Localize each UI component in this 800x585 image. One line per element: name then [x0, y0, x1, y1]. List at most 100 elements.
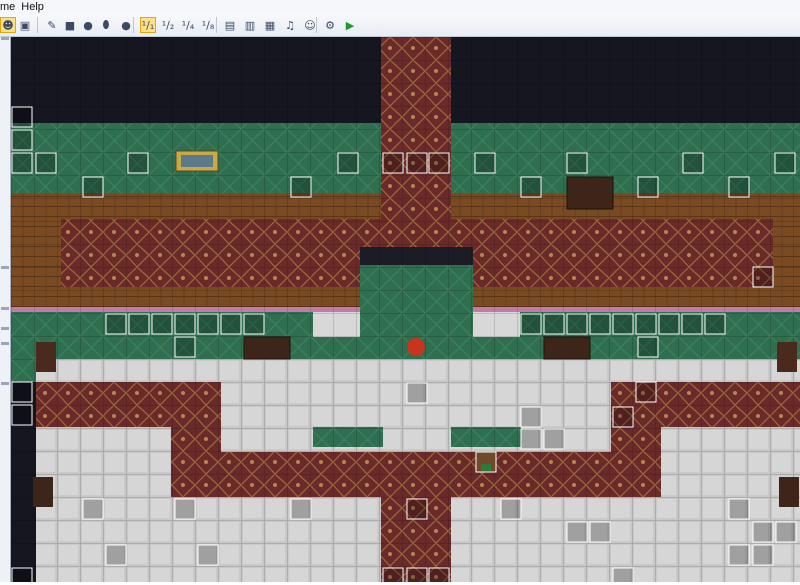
toolbar-separator [37, 17, 38, 33]
event-marker [243, 313, 265, 335]
plugin-manager-icon[interactable]: ▥ [242, 17, 258, 33]
painting-canvas [181, 155, 213, 167]
event-marker [752, 266, 774, 288]
event-marker [105, 544, 127, 566]
event-marker [520, 313, 542, 335]
shadow-pen-icon[interactable]: ● [118, 17, 134, 33]
event-marker [543, 313, 565, 335]
event-marker [406, 567, 428, 585]
event-marker [637, 176, 659, 198]
event-marker [612, 313, 634, 335]
event-marker [290, 498, 312, 520]
rectangle-icon[interactable]: ■ [62, 17, 78, 33]
ellipse-icon[interactable]: ● [80, 17, 96, 33]
event-marker [290, 176, 312, 198]
sound-test-icon[interactable]: ▦ [262, 17, 278, 33]
event-marker [11, 404, 33, 426]
panel-marker [1, 342, 9, 345]
toolbar-separator [133, 17, 134, 33]
event-marker [774, 152, 796, 174]
dresser [566, 176, 614, 210]
map-canvas[interactable] [11, 37, 800, 585]
event-marker [589, 521, 611, 543]
event-marker [11, 152, 33, 174]
event-marker [658, 313, 680, 335]
mode-icon[interactable]: ☻ [0, 17, 16, 33]
event-marker [520, 176, 542, 198]
player-shirt [481, 464, 491, 471]
menu-item-help[interactable]: Help [21, 0, 50, 14]
event-marker [382, 567, 404, 585]
zoom-1-4-icon[interactable]: ¹/₄ [180, 17, 196, 33]
zoom-1-2-icon[interactable]: ¹/₂ [160, 17, 176, 33]
event-marker [82, 498, 104, 520]
cabinet-east [779, 477, 799, 507]
zoom-1-1-icon[interactable]: ¹/₁ [140, 17, 156, 33]
table-left [243, 336, 291, 360]
event-marker [11, 106, 33, 128]
panel-marker [1, 307, 9, 310]
menu-bar: me Help [0, 0, 800, 14]
event-marker [637, 336, 659, 358]
event-marker [728, 176, 750, 198]
event-marker [406, 382, 428, 404]
options-icon[interactable]: ⚙ [322, 17, 338, 33]
zoom-1-8-icon[interactable]: ¹/₈ [200, 17, 216, 33]
event-marker [752, 544, 774, 566]
event-marker [635, 381, 657, 403]
chair-left [36, 342, 56, 372]
event-marker [105, 313, 127, 335]
chair-right [777, 342, 797, 372]
panel-marker [1, 327, 9, 330]
event-marker [220, 313, 242, 335]
event-marker [406, 498, 428, 520]
event-marker [612, 567, 634, 585]
event-marker [174, 498, 196, 520]
event-marker [682, 152, 704, 174]
panel-marker [1, 266, 9, 269]
event-marker [775, 521, 797, 543]
playtest-icon[interactable]: ▶ [342, 17, 358, 33]
event-marker [752, 521, 774, 543]
event-marker [174, 336, 196, 358]
map-view[interactable] [11, 37, 800, 585]
panel-marker [1, 382, 9, 385]
event-marker [35, 152, 57, 174]
event-marker [728, 544, 750, 566]
event-marker [704, 313, 726, 335]
event-marker [11, 129, 33, 151]
image-icon[interactable]: ▣ [17, 17, 33, 33]
event-marker [11, 381, 33, 403]
table-right [543, 336, 591, 360]
fill-icon[interactable]: ⬮ [98, 17, 114, 33]
panel-marker [1, 37, 9, 40]
event-marker [151, 313, 173, 335]
event-marker [681, 313, 703, 335]
map-grid [11, 37, 800, 582]
event-marker [127, 152, 149, 174]
event-marker [428, 567, 450, 585]
event-marker [728, 498, 750, 520]
database-icon[interactable]: ▤ [222, 17, 238, 33]
pencil-icon[interactable]: ✎ [44, 17, 60, 33]
left-panel[interactable] [0, 37, 11, 582]
event-marker [520, 406, 542, 428]
event-marker [612, 406, 634, 428]
event-marker [566, 521, 588, 543]
event-marker [337, 152, 359, 174]
event-marker [406, 152, 428, 174]
toolbar-separator [316, 17, 317, 33]
event-marker [635, 313, 657, 335]
cabinet-west [33, 477, 53, 507]
menu-item-game[interactable]: me [0, 0, 21, 14]
event-marker [566, 313, 588, 335]
audio-icon[interactable]: ♫ [282, 17, 298, 33]
event-marker [543, 428, 565, 450]
event-marker [197, 544, 219, 566]
event-marker [474, 152, 496, 174]
event-marker [11, 567, 33, 585]
event-marker [566, 152, 588, 174]
toolbar: ☻ ▣ ✎ ■ ● ⬮ ● ¹/₁ ¹/₂ ¹/₄ ¹/₈ ▤ ▥ ▦ ♫ ☺ ⚙ ▶ [0, 14, 800, 37]
event-marker [520, 428, 542, 450]
npc-red-hair[interactable] [407, 338, 425, 356]
